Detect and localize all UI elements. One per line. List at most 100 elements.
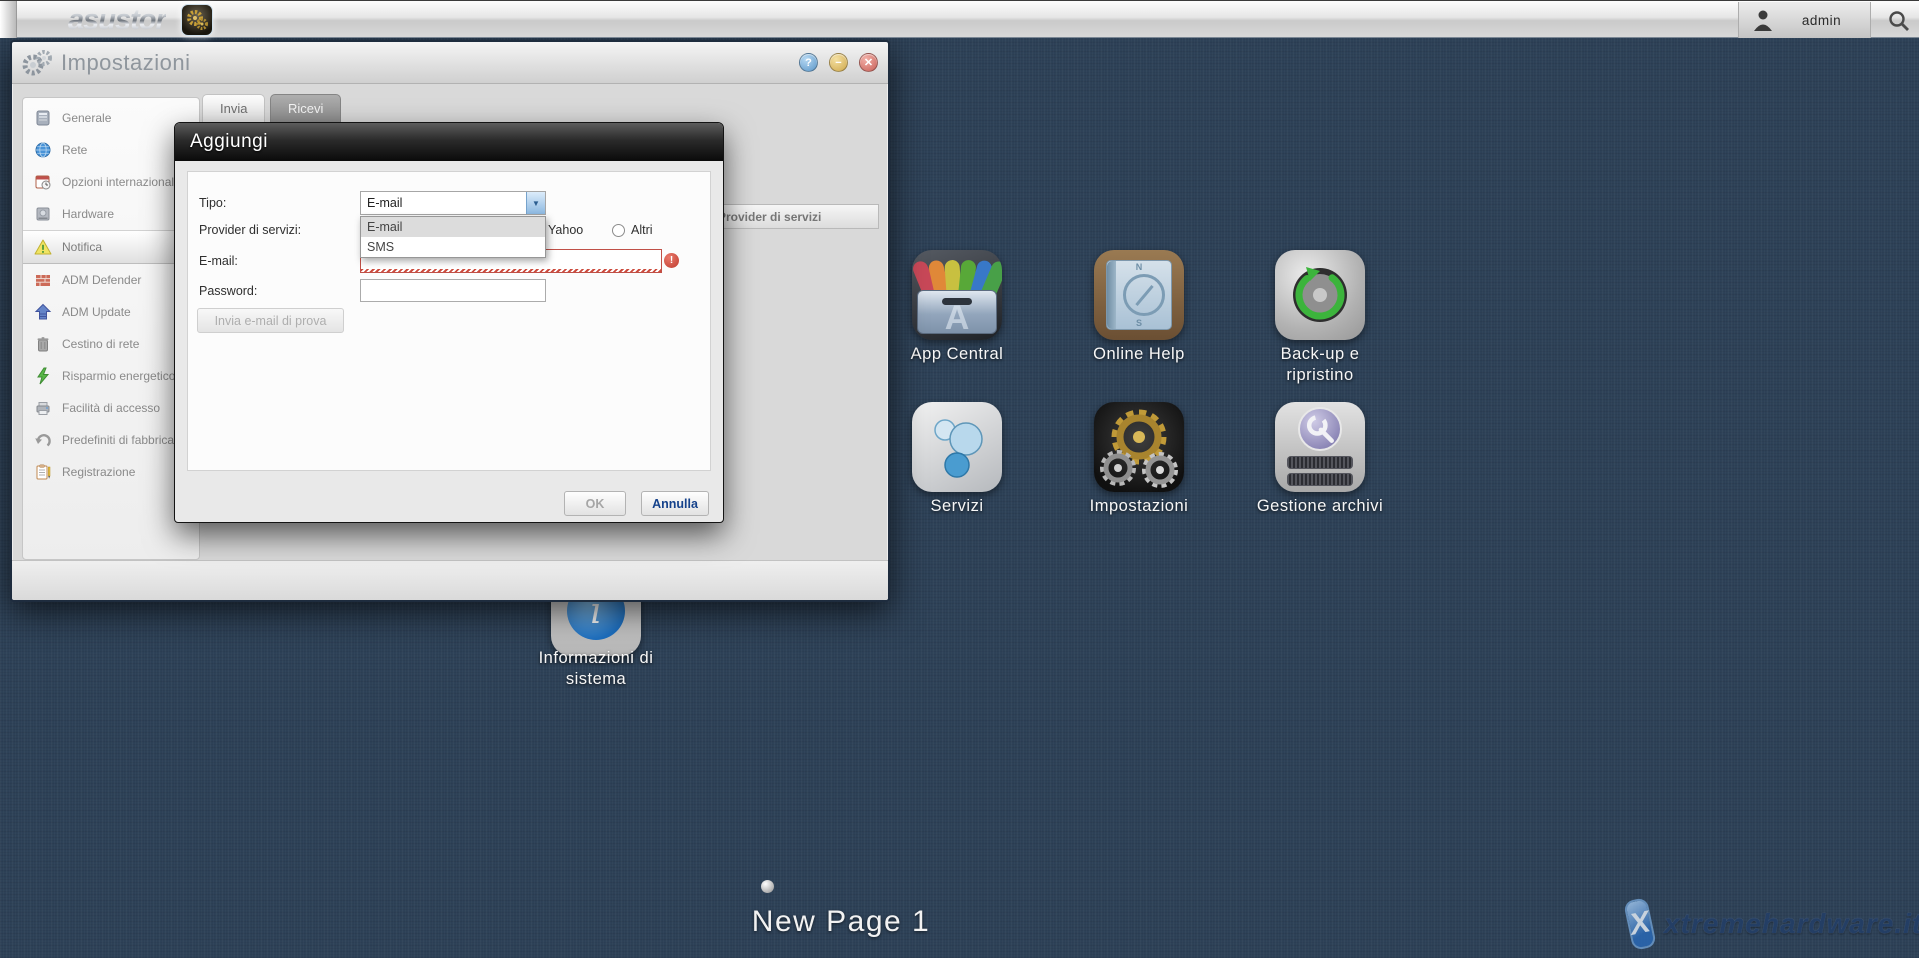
sidebar-label: Notifica <box>62 240 102 254</box>
error-icon: ! <box>664 253 679 268</box>
network-globe-icon <box>34 141 52 159</box>
sidebar-label: Generale <box>62 111 111 125</box>
password-label: Password: <box>199 284 257 298</box>
drive-bay <box>1287 473 1353 486</box>
sidebar-item-hardware[interactable]: Hardware <box>23 198 199 230</box>
sidebar-item-predefiniti-di-fabbrica[interactable]: Predefiniti di fabbrica <box>23 424 199 456</box>
help-book: N S <box>1106 260 1172 330</box>
tipo-dropdown-list: E-mail SMS <box>360 216 546 258</box>
sidebar-label: Facilità di accesso <box>62 401 160 415</box>
chevron-down-icon[interactable]: ▼ <box>526 192 545 214</box>
sidebar-item-adm-defender[interactable]: ADM Defender <box>23 264 199 296</box>
wrench-icon <box>1302 411 1338 447</box>
tab-ricevi[interactable]: Ricevi <box>270 94 341 122</box>
server-icon <box>34 109 52 127</box>
tipo-label: Tipo: <box>199 196 226 210</box>
sidebar-item-notifica[interactable]: Notifica <box>23 230 199 264</box>
radio-altri[interactable] <box>612 224 625 237</box>
sidebar-item-rete[interactable]: Rete <box>23 134 199 166</box>
tab-invia[interactable]: Invia <box>202 94 265 122</box>
window-footer <box>12 560 888 600</box>
watermark-x-icon: X <box>1623 897 1657 951</box>
clipboard-icon <box>34 463 52 481</box>
dropdown-option-sms[interactable]: SMS <box>361 237 545 257</box>
sidebar-item-cestino-di-rete[interactable]: Cestino di rete <box>23 328 199 360</box>
desktop-icon-online-help[interactable]: N S <box>1094 250 1184 340</box>
trash-icon <box>34 335 52 353</box>
close-button[interactable]: ✕ <box>859 53 878 72</box>
sidebar-item-adm-update[interactable]: ADM Update <box>23 296 199 328</box>
search-button[interactable] <box>1885 7 1913 35</box>
window-title: Impostazioni <box>61 50 191 76</box>
sidebar-label: ADM Defender <box>62 273 141 287</box>
help-button[interactable]: ? <box>799 53 818 72</box>
person-icon <box>1753 8 1773 32</box>
services-molecule-icon <box>922 412 992 482</box>
icon-label-app-central[interactable]: App Central <box>887 344 1027 365</box>
icon-label-backup[interactable]: Back-up e ripristino <box>1260 344 1380 385</box>
compass-s: S <box>1107 318 1171 328</box>
icon-label-online-help[interactable]: Online Help <box>1069 344 1209 365</box>
minimize-button[interactable]: − <box>829 53 848 72</box>
icon-label-impostazioni[interactable]: Impostazioni <box>1069 496 1209 517</box>
page-label: New Page 1 <box>691 905 991 939</box>
watermark: X xtremehardware.it <box>1628 893 1918 955</box>
sidebar-label: ADM Update <box>62 305 131 319</box>
radio-label-altri[interactable]: Altri <box>631 223 653 237</box>
icon-label-servizi[interactable]: Servizi <box>887 496 1027 517</box>
taskbar-settings-icon[interactable] <box>181 4 213 36</box>
icon-label-gestione[interactable]: Gestione archivi <box>1250 496 1390 517</box>
dialog-title[interactable]: Aggiungi <box>175 123 723 161</box>
topbar-left-tab[interactable] <box>0 1 17 38</box>
sidebar-label: Registrazione <box>62 465 135 479</box>
search-icon <box>1887 9 1911 33</box>
sidebar-item-risparmio-energetico[interactable]: Risparmio energetico <box>23 360 199 392</box>
sidebar-item-opzioni-internazionali[interactable]: Opzioni internazionali <box>23 166 199 198</box>
tray-slot <box>942 298 972 305</box>
warning-triangle-icon <box>34 238 52 256</box>
page-indicator-dot[interactable] <box>761 880 774 893</box>
sidebar-label: Hardware <box>62 207 114 221</box>
drive-bay <box>1287 456 1353 469</box>
radio-label-yahoo[interactable]: Yahoo <box>548 223 583 237</box>
desktop-icon-app-central[interactable]: A <box>912 250 1002 340</box>
grid-column-header-provider[interactable]: Provider di servizi <box>714 204 879 229</box>
sidebar-label: Risparmio energetico <box>62 369 175 383</box>
send-test-email-button[interactable]: Invia e-mail di prova <box>197 308 344 333</box>
desktop-icon-gestione-archivi[interactable] <box>1275 402 1365 492</box>
dropdown-option-email[interactable]: E-mail <box>361 217 545 237</box>
sidebar-label: Cestino di rete <box>62 337 139 351</box>
sidebar-label: Rete <box>62 143 87 157</box>
firewall-icon <box>34 271 52 289</box>
compass-n: N <box>1107 262 1171 272</box>
desktop-icon-backup[interactable] <box>1275 250 1365 340</box>
undo-arrow-icon <box>34 431 52 449</box>
desktop-icon-impostazioni[interactable] <box>1094 402 1184 492</box>
tipo-combobox[interactable]: E-mail ▼ <box>360 191 546 215</box>
tipo-combobox-value: E-mail <box>361 196 526 210</box>
app-central-tray: A <box>917 290 997 334</box>
desktop-icon-servizi[interactable] <box>912 402 1002 492</box>
window-titlebar[interactable]: Impostazioni <box>12 42 888 84</box>
calendar-clock-icon <box>34 173 52 191</box>
sidebar-item-generale[interactable]: Generale <box>23 102 199 134</box>
sidebar-item-registrazione[interactable]: Registrazione <box>23 456 199 488</box>
topbar: asustor admin <box>0 0 1919 38</box>
icon-label-informazioni[interactable]: Informazioni di sistema <box>526 648 666 689</box>
sidebar-label: Opzioni internazionali <box>62 175 177 189</box>
printer-icon <box>34 399 52 417</box>
provider-label: Provider di servizi: <box>199 223 301 237</box>
silver-gear-icon <box>1098 448 1138 488</box>
hardware-icon <box>34 205 52 223</box>
user-menu[interactable]: admin <box>1738 2 1871 38</box>
cancel-button[interactable]: Annulla <box>641 491 709 516</box>
gold-gears-icon <box>186 9 208 31</box>
email-label: E-mail: <box>199 254 238 268</box>
username: admin <box>1773 13 1870 28</box>
settings-gear-icon <box>22 50 52 76</box>
ok-button[interactable]: OK <box>564 491 626 516</box>
password-field[interactable] <box>360 279 546 302</box>
watermark-text: xtremehardware.it <box>1664 908 1919 940</box>
asustor-logo: asustor <box>68 4 166 37</box>
sidebar-item-facilita-di-accesso[interactable]: Facilità di accesso <box>23 392 199 424</box>
